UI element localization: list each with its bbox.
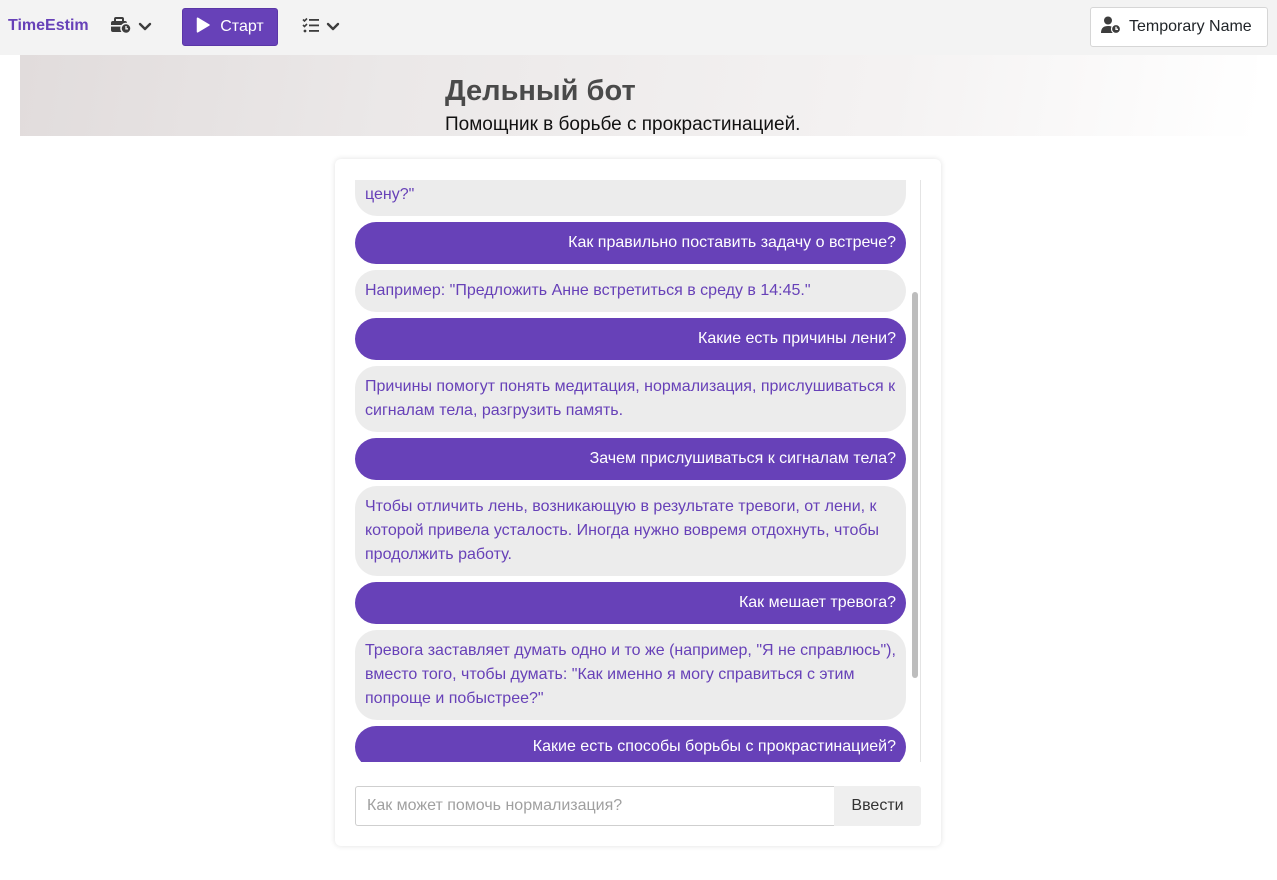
- bot-message: Закрыть глаза и спросить себя "нужно ли …: [355, 180, 906, 216]
- user-message: Как правильно поставить задачу о встрече…: [355, 222, 906, 264]
- user-message: Зачем прислушиваться к сигналам тела?: [355, 438, 906, 480]
- chat-scrollbar[interactable]: [912, 292, 918, 678]
- start-button-label: Старт: [220, 18, 264, 35]
- hero-banner: Дельный бот Помощник в борьбе с прокраст…: [20, 55, 1257, 136]
- play-icon: [196, 16, 210, 38]
- user-name: Temporary Name: [1129, 18, 1252, 35]
- chat-card: Закрыть глаза и спросить себя "нужно ли …: [335, 159, 941, 846]
- user-message: Какие есть способы борьбы с прокрастинац…: [355, 726, 906, 762]
- page-title: Дельный бот: [445, 75, 636, 107]
- bot-message: Например: "Предложить Анне встретиться в…: [355, 270, 906, 312]
- tasks-dropdown[interactable]: [302, 12, 340, 42]
- bot-message: Чтобы отличить лень, возникающую в резул…: [355, 486, 906, 576]
- messages-container: Закрыть глаза и спросить себя "нужно ли …: [355, 180, 906, 762]
- chat-input-group: Ввести: [355, 786, 921, 826]
- toolbox-clock-icon: [110, 16, 132, 39]
- bot-message: Причины помогут понять медитация, нормал…: [355, 366, 906, 432]
- bot-message: Тревога заставляет думать одно и то же (…: [355, 630, 906, 720]
- page-subtitle: Помощник в борьбе с прокрастинацией.: [445, 114, 801, 135]
- user-message: Какие есть причины лени?: [355, 318, 906, 360]
- start-button[interactable]: Старт: [182, 8, 278, 46]
- tools-dropdown[interactable]: [110, 12, 152, 42]
- user-clock-icon: [1101, 16, 1122, 39]
- send-button[interactable]: Ввести: [834, 786, 921, 826]
- chevron-down-icon: [326, 22, 340, 32]
- brand-link[interactable]: TimeEstim: [8, 17, 89, 35]
- chevron-down-icon: [138, 22, 152, 32]
- user-message: Как мешает тревога?: [355, 582, 906, 624]
- list-check-icon: [302, 17, 320, 38]
- top-navbar: TimeEstim Старт Temporary Name: [0, 0, 1277, 55]
- user-menu-button[interactable]: Temporary Name: [1090, 7, 1268, 47]
- chat-input[interactable]: [355, 786, 834, 826]
- chat-message-list[interactable]: Закрыть глаза и спросить себя "нужно ли …: [355, 180, 921, 762]
